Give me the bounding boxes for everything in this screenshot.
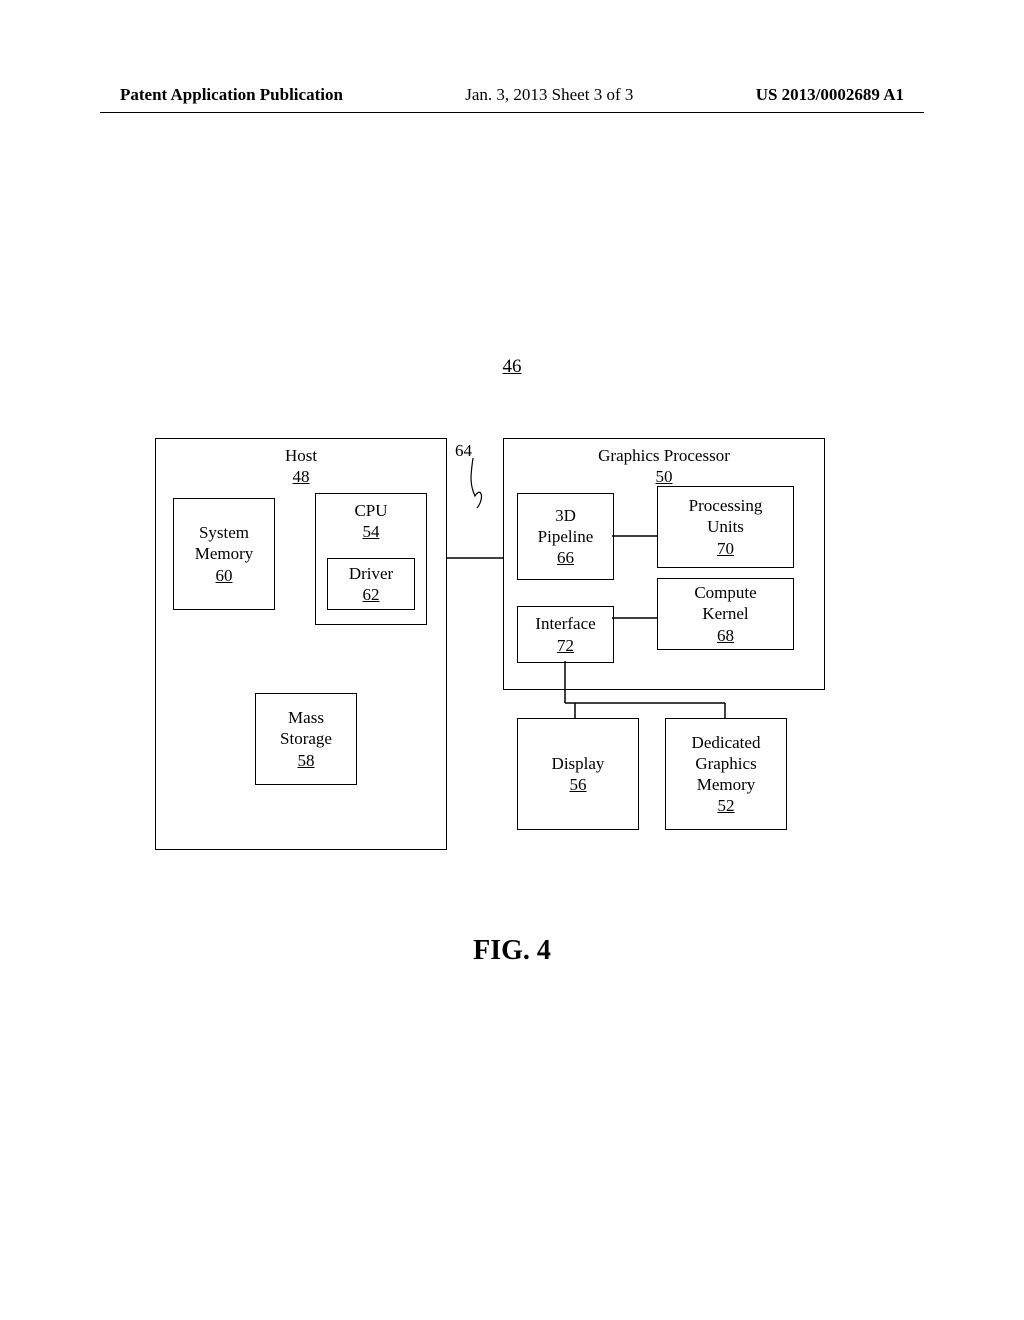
- connectors: [155, 438, 855, 858]
- header-middle: Jan. 3, 2013 Sheet 3 of 3: [465, 85, 633, 105]
- header-right: US 2013/0002689 A1: [756, 85, 904, 105]
- figure-diagram: Host 48 System Memory 60 CPU 54 Driver 6…: [155, 438, 855, 858]
- header-rule: [100, 112, 924, 113]
- page-header: Patent Application Publication Jan. 3, 2…: [0, 85, 1024, 105]
- figure-overall-ref: 46: [0, 356, 1024, 378]
- figure-caption: FIG. 4: [0, 935, 1024, 967]
- header-left: Patent Application Publication: [120, 85, 343, 105]
